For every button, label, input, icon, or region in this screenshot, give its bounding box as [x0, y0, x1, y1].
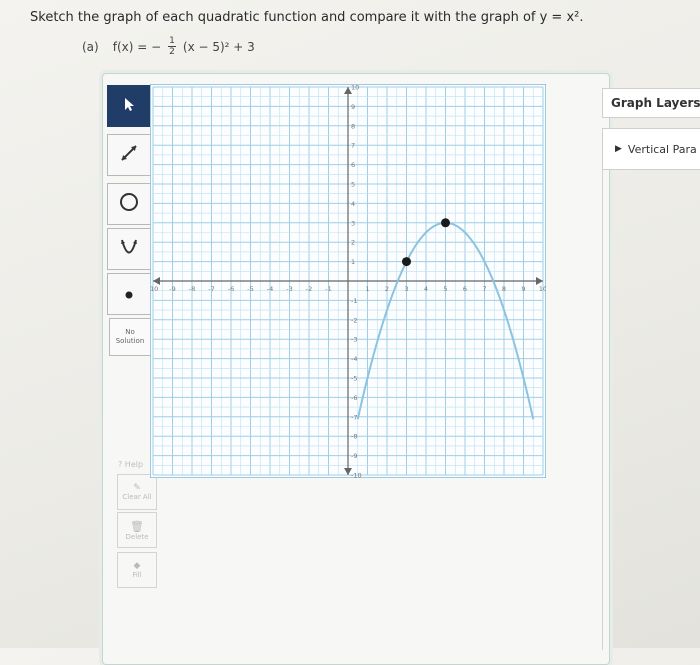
fill-button[interactable]: ◆ Fill — [117, 552, 157, 588]
x-tick-label: 10 — [539, 285, 546, 293]
y-tick-label: -5 — [351, 375, 357, 383]
parabola-tool-button[interactable] — [107, 228, 151, 270]
y-tick-label: 9 — [351, 103, 355, 111]
clear-all-button[interactable]: ✎ Clear All — [117, 474, 157, 510]
expand-triangle-icon: ▶ — [615, 144, 622, 154]
coordinate-grid[interactable]: -10 -9 -8 -7 -6 -5 -4 -3 -2 -1 1 2 3 4 5 6 7 8 9 10 -10 -9 -8 -… — [150, 84, 546, 478]
no-solution-label-1: No — [125, 328, 135, 336]
pointer-tool-button[interactable] — [107, 85, 151, 127]
x-tick-label: 7 — [482, 285, 486, 293]
paint-bucket-icon: ◆ — [133, 561, 141, 571]
x-tick-label: -3 — [286, 285, 292, 293]
no-solution-label-2: Solution — [115, 337, 145, 345]
y-tick-label: -8 — [351, 433, 357, 441]
line-segment-icon — [117, 141, 141, 169]
layer-vertical-parabola[interactable]: ▶ Vertical Para — [602, 128, 700, 170]
delete-button[interactable]: 🗑 Delete — [117, 512, 157, 548]
function-left: f(x) = − — [112, 39, 162, 54]
y-tick-label: 10 — [351, 84, 359, 92]
x-tick-label: -8 — [189, 285, 195, 293]
trash-icon: 🗑 — [130, 519, 144, 533]
x-tick-label: -10 — [150, 285, 158, 293]
x-tick-label: -5 — [247, 285, 253, 293]
x-tick-label: 2 — [385, 285, 389, 293]
plotted-point — [441, 218, 450, 228]
x-tick-label: -7 — [208, 285, 214, 293]
line-tool-button[interactable] — [107, 134, 151, 176]
plotted-point — [402, 257, 411, 267]
x-tick-label: -6 — [228, 285, 234, 293]
no-solution-button[interactable]: No Solution — [109, 318, 151, 356]
x-tick-label: -4 — [267, 285, 273, 293]
problem-prompt: Sketch the graph of each quadratic funct… — [30, 10, 584, 25]
x-tick-label: -9 — [169, 285, 175, 293]
y-tick-label: 7 — [351, 142, 355, 150]
y-tick-label: -4 — [351, 355, 357, 363]
x-tick-label: 4 — [424, 285, 428, 293]
help-label: Help — [124, 460, 144, 469]
dot-icon — [124, 285, 134, 304]
x-tick-label: 1 — [365, 285, 369, 293]
y-tick-label: 1 — [351, 258, 355, 266]
y-tick-label: -1 — [351, 297, 357, 305]
part-label: (a) — [82, 39, 99, 54]
x-tick-label: -2 — [306, 285, 312, 293]
circle-tool-button[interactable] — [107, 183, 151, 225]
circle-icon — [117, 190, 141, 218]
delete-label: Delete — [125, 532, 149, 541]
function-right: (x − 5)² + 3 — [182, 39, 255, 54]
y-tick-label: -10 — [351, 472, 362, 479]
y-tick-label: 5 — [351, 181, 355, 189]
help-link[interactable]: ? Help — [118, 460, 143, 469]
y-tick-label: -3 — [351, 336, 357, 344]
y-tick-label: 3 — [351, 219, 355, 227]
help-icon: ? — [118, 460, 123, 469]
x-tick-label: 9 — [521, 285, 525, 293]
graph-layers-column — [602, 170, 700, 650]
y-tick-label: -6 — [351, 394, 357, 402]
parabola-icon — [117, 235, 141, 263]
y-tick-label: -2 — [351, 316, 357, 324]
fill-label: Fill — [132, 571, 142, 579]
x-tick-label: 3 — [404, 285, 408, 293]
x-tick-label: 6 — [463, 285, 467, 293]
y-tick-label: 2 — [351, 239, 355, 247]
layer-label: Vertical Para — [627, 142, 697, 156]
graph-layers-title: Graph Layers — [602, 88, 700, 118]
fraction-numerator: 1 — [168, 36, 176, 47]
y-tick-label: 6 — [351, 161, 355, 169]
x-tick-label: -1 — [325, 285, 331, 293]
y-tick-label: 4 — [351, 200, 355, 208]
fraction-denominator: 2 — [169, 47, 175, 57]
y-tick-label: -9 — [351, 452, 357, 460]
clear-icon: ✎ — [133, 483, 141, 493]
x-tick-label: 5 — [443, 285, 447, 293]
point-tool-button[interactable] — [107, 273, 151, 315]
x-tick-label: 8 — [502, 285, 506, 293]
y-tick-label: 8 — [351, 122, 355, 130]
function-fraction: 1 2 — [168, 36, 176, 57]
clear-all-label: Clear All — [122, 493, 152, 501]
part-a-function: (a) f(x) = − 1 2 (x − 5)² + 3 — [82, 36, 255, 57]
arrow-cursor-icon — [121, 96, 137, 116]
y-tick-label: -7 — [351, 413, 357, 421]
